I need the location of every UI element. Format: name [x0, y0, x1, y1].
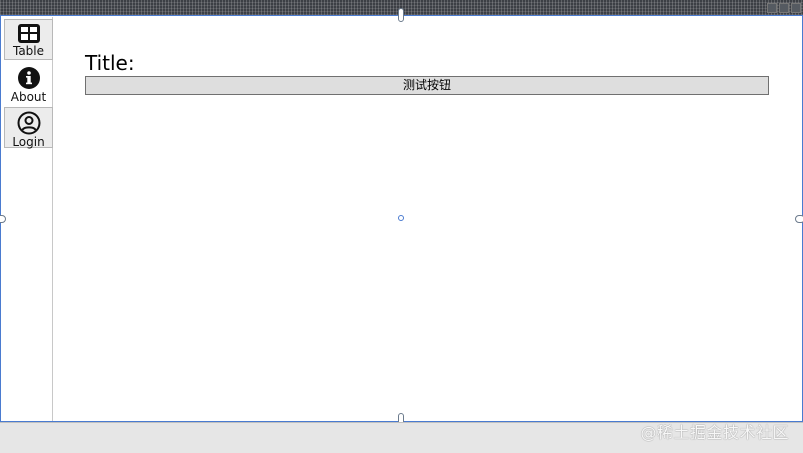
minimize-icon[interactable] [767, 3, 777, 13]
test-button[interactable]: 测试按钮 [85, 76, 769, 95]
sidebar-item-login[interactable]: Login [4, 107, 53, 149]
close-icon[interactable] [791, 3, 801, 13]
sidebar-item-label: Table [12, 44, 45, 58]
maximize-icon[interactable] [779, 3, 789, 13]
resize-handle-top[interactable] [398, 8, 404, 22]
designer-canvas: Table About Login Title: 测试按钮 @稀土掘金技术社区 [0, 0, 803, 453]
sidebar-item-label: Login [12, 135, 45, 149]
sidebar: Table About Login [1, 17, 53, 421]
user-circle-icon [17, 111, 40, 135]
table-icon [17, 24, 40, 43]
window-buttons [767, 3, 801, 13]
sidebar-item-label: About [10, 90, 47, 104]
resize-handle-right[interactable] [795, 215, 803, 223]
sidebar-item-table[interactable]: Table [4, 19, 53, 60]
info-icon [17, 67, 40, 89]
sidebar-item-about[interactable]: About [4, 63, 53, 104]
page-title: Title: [85, 51, 135, 75]
watermark: @稀土掘金技术社区 [640, 423, 789, 442]
center-anchor-dot [398, 215, 404, 221]
